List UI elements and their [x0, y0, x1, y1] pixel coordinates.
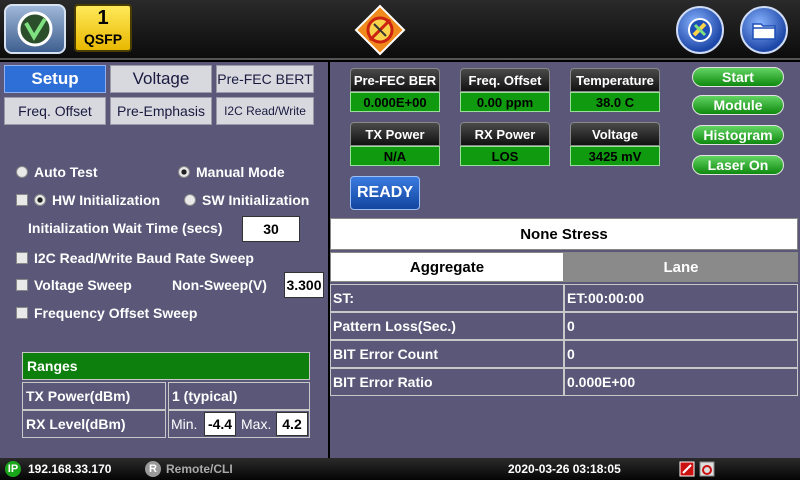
- ready-status: READY: [350, 176, 420, 210]
- files-button[interactable]: [740, 6, 788, 54]
- hw-init-radio[interactable]: [34, 194, 46, 206]
- voltage-sweep-option[interactable]: Voltage Sweep: [16, 277, 132, 293]
- ip-icon: IP: [5, 461, 21, 477]
- tab-freq-offset[interactable]: Freq. Offset: [4, 97, 106, 125]
- auto-test-radio[interactable]: [16, 166, 28, 178]
- meter-value: LOS: [460, 146, 550, 166]
- results-panel: Pre-FEC BER 0.000E+00 Freq. Offset 0.00 …: [330, 62, 800, 458]
- result-label: BIT Error Count: [330, 340, 564, 368]
- remote-icon: R: [145, 461, 161, 477]
- voltage-sweep-label: Voltage Sweep: [34, 277, 132, 293]
- hw-init-label: HW Initialization: [52, 192, 161, 208]
- result-value: 0: [564, 312, 798, 340]
- port-type: QSFP: [83, 31, 123, 47]
- module-button[interactable]: Module: [692, 95, 784, 115]
- tab-setup[interactable]: Setup: [4, 65, 106, 93]
- meter-label: Freq. Offset: [460, 68, 550, 92]
- ip-address: 192.168.33.170: [28, 462, 112, 476]
- meter-rx-power: RX Power LOS: [460, 122, 550, 168]
- auto-test-label: Auto Test: [34, 164, 98, 180]
- tools-icon: [688, 18, 712, 42]
- result-label: BIT Error Ratio: [330, 368, 564, 396]
- stress-mode-title: None Stress: [330, 218, 798, 250]
- init-wait-input[interactable]: 30: [242, 216, 300, 242]
- result-label: ST:: [330, 284, 564, 312]
- alarm-warning-icon[interactable]: [352, 2, 408, 58]
- veex-logo-icon: [17, 11, 53, 47]
- ranges-title: Ranges: [22, 352, 310, 380]
- lock-icon[interactable]: [679, 461, 695, 477]
- non-sweep-label: Non-Sweep(V): [172, 277, 267, 293]
- meter-voltage: Voltage 3425 mV: [570, 122, 660, 168]
- sw-init-label: SW Initialization: [202, 192, 310, 208]
- meter-temperature: Temperature 38.0 C: [570, 68, 660, 114]
- i2c-sweep-checkbox[interactable]: [16, 252, 28, 264]
- freq-sweep-label: Frequency Offset Sweep: [34, 305, 198, 321]
- tab-i2c-read-write[interactable]: I2C Read/Write: [216, 97, 314, 125]
- remote-cli-status: Remote/CLI: [166, 462, 233, 476]
- meter-value: 0.00 ppm: [460, 92, 550, 112]
- meter-value: N/A: [350, 146, 440, 166]
- meter-label: Pre-FEC BER: [350, 68, 440, 92]
- histogram-button[interactable]: Histogram: [692, 125, 784, 145]
- manual-mode-option[interactable]: Manual Mode: [178, 164, 285, 180]
- i2c-sweep-label: I2C Read/Write Baud Rate Sweep: [34, 250, 254, 266]
- tx-power-value: 1 (typical): [168, 382, 310, 410]
- auto-test-option[interactable]: Auto Test: [16, 164, 98, 180]
- meter-label: Temperature: [570, 68, 660, 92]
- freq-sweep-checkbox[interactable]: [16, 307, 28, 319]
- tab-lane[interactable]: Lane: [564, 252, 798, 282]
- rx-max-input[interactable]: 4.2: [276, 412, 308, 436]
- init-checkbox[interactable]: [16, 194, 28, 206]
- rx-max-label: Max.: [241, 416, 272, 432]
- init-wait-label: Initialization Wait Time (secs): [28, 220, 223, 236]
- meter-value: 3425 mV: [570, 146, 660, 166]
- rx-min-input[interactable]: -4.4: [204, 412, 236, 436]
- meter-tx-power: TX Power N/A: [350, 122, 440, 168]
- start-button[interactable]: Start: [692, 67, 784, 87]
- meter-label: Voltage: [570, 122, 660, 146]
- sw-init-radio[interactable]: [184, 194, 196, 206]
- port-badge[interactable]: 1 QSFP: [74, 4, 132, 52]
- power-icon[interactable]: [699, 461, 715, 477]
- meter-value: 0.000E+00: [350, 92, 440, 112]
- manual-mode-radio[interactable]: [178, 166, 190, 178]
- manual-mode-label: Manual Mode: [196, 164, 285, 180]
- meter-label: TX Power: [350, 122, 440, 146]
- tab-pre-emphasis[interactable]: Pre-Emphasis: [110, 97, 212, 125]
- meter-label: RX Power: [460, 122, 550, 146]
- tx-power-label: TX Power(dBm): [22, 382, 166, 410]
- result-label: Pattern Loss(Sec.): [330, 312, 564, 340]
- tools-button[interactable]: [676, 6, 724, 54]
- hw-init-option[interactable]: HW Initialization: [16, 192, 160, 208]
- sw-init-option[interactable]: SW Initialization: [184, 192, 309, 208]
- result-value: ET:00:00:00: [564, 284, 798, 312]
- rx-min-label: Min.: [171, 416, 198, 432]
- port-number: 1: [97, 7, 109, 29]
- result-value: 0: [564, 340, 798, 368]
- tab-voltage[interactable]: Voltage: [110, 65, 212, 93]
- meter-freq-offset: Freq. Offset 0.00 ppm: [460, 68, 550, 114]
- freq-sweep-option[interactable]: Frequency Offset Sweep: [16, 305, 197, 321]
- meter-value: 38.0 C: [570, 92, 660, 112]
- tab-pre-fec-bert[interactable]: Pre-FEC BERT: [216, 65, 314, 93]
- status-bar: IP 192.168.33.170 R Remote/CLI 2020-03-2…: [0, 458, 800, 480]
- meter-pre-fec-ber: Pre-FEC BER 0.000E+00: [350, 68, 440, 114]
- rx-level-label: RX Level(dBm): [22, 410, 166, 438]
- voltage-sweep-checkbox[interactable]: [16, 279, 28, 291]
- top-bar: 1 QSFP: [0, 0, 800, 60]
- tab-aggregate[interactable]: Aggregate: [330, 252, 564, 282]
- result-value: 0.000E+00: [564, 368, 798, 396]
- laser-on-button[interactable]: Laser On: [692, 155, 784, 175]
- home-button[interactable]: [4, 4, 66, 54]
- i2c-sweep-option[interactable]: I2C Read/Write Baud Rate Sweep: [16, 250, 254, 266]
- folder-icon: [752, 23, 776, 40]
- non-sweep-input[interactable]: 3.300: [284, 272, 324, 298]
- date-time: 2020-03-26 03:18:05: [508, 462, 621, 476]
